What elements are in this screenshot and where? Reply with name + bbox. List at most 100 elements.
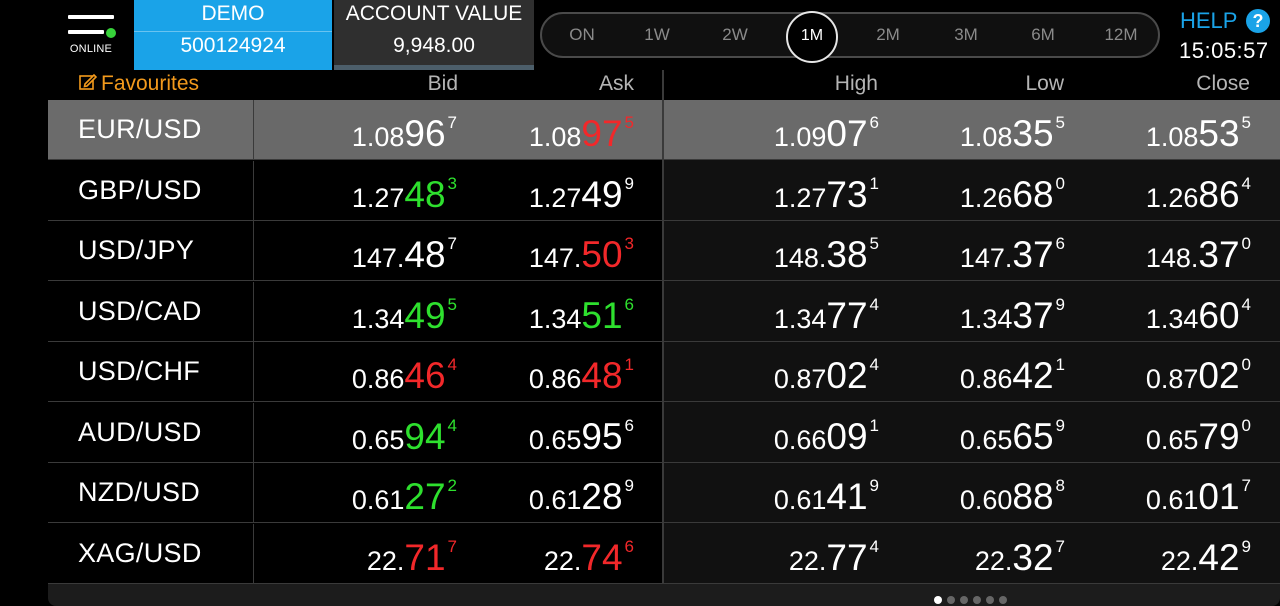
account-id: 500124924 xyxy=(180,34,286,57)
low-price: 0.8642 1 xyxy=(865,350,1065,396)
period-2m[interactable]: 2M xyxy=(860,24,916,46)
price-prefix: 1.34 xyxy=(773,303,827,334)
period-1m[interactable]: 1M xyxy=(786,11,838,63)
panel-divider xyxy=(662,70,664,584)
ask-price[interactable]: 147.50 3 xyxy=(434,229,634,275)
page-indicator xyxy=(934,591,1012,604)
price-prefix: 22. xyxy=(1160,545,1199,576)
quote-row[interactable]: NZD/USD 0.6127 2 0.6128 9 0.6141 9 0.6088 8 0.610… xyxy=(48,463,1280,523)
price-pips: 60 xyxy=(1198,294,1240,336)
price-fraction: 7 xyxy=(1241,476,1251,495)
price-fraction: 4 xyxy=(1241,294,1251,314)
account-value-label: ACCOUNT VALUE xyxy=(345,2,523,25)
page-dot[interactable] xyxy=(947,596,955,604)
col-header-close[interactable]: Close xyxy=(1150,72,1250,96)
price-prefix: 0.65 xyxy=(528,424,582,455)
price-fraction: 0 xyxy=(1241,415,1251,435)
close-price: 0.6579 0 xyxy=(1051,411,1251,457)
high-price-digits: 1.2773 1 xyxy=(774,169,879,213)
quote-row[interactable]: USD/CAD 1.3449 5 1.3451 6 1.3477 4 1.3437 9 1.346… xyxy=(48,281,1280,342)
ask-price[interactable]: 22.74 6 xyxy=(434,532,634,578)
ask-price-digits: 1.2749 9 xyxy=(529,169,634,213)
ask-price[interactable]: 1.3451 6 xyxy=(434,290,634,336)
price-prefix: 0.86 xyxy=(959,364,1013,394)
menu-button[interactable]: ONLINE xyxy=(48,0,134,70)
account-mode-label: DEMO xyxy=(201,2,265,25)
low-price-digits: 0.6088 8 xyxy=(960,471,1065,515)
ask-price[interactable]: 0.6128 9 xyxy=(434,471,634,517)
low-price: 147.37 6 xyxy=(865,229,1065,275)
help-link[interactable]: HELP xyxy=(1180,8,1237,34)
price-fraction: 9 xyxy=(624,476,634,495)
price-fraction: 5 xyxy=(624,113,634,132)
price-pips: 02 xyxy=(826,355,868,396)
quote-row[interactable]: XAG/USD 22.71 7 22.74 6 22.77 4 22.32 7 22.42 9 xyxy=(48,523,1280,584)
page-dot[interactable] xyxy=(986,596,994,604)
close-price-digits: 1.0853 5 xyxy=(1146,108,1251,152)
low-price-digits: 1.3437 9 xyxy=(960,290,1065,334)
symbol-label: USD/CHF xyxy=(78,356,201,386)
price-prefix: 22. xyxy=(974,545,1013,576)
price-prefix: 1.34 xyxy=(959,303,1013,334)
quote-row[interactable]: EUR/USD 1.0896 7 1.0897 5 1.0907 6 1.0835 5 1.085… xyxy=(48,100,1280,160)
quote-row[interactable]: USD/JPY 147.48 7 147.50 3 148.38 5 147.37 6 148.3… xyxy=(48,221,1280,281)
price-prefix: 1.08 xyxy=(1145,122,1199,152)
col-header-ask[interactable]: Ask xyxy=(534,72,634,96)
account-value: 9,948.00 xyxy=(393,34,475,57)
ask-price[interactable]: 1.2749 9 xyxy=(434,169,634,215)
page-dot[interactable] xyxy=(973,596,981,604)
period-12m[interactable]: 12M xyxy=(1093,24,1149,46)
page-dot[interactable] xyxy=(934,596,942,604)
close-price: 148.37 0 xyxy=(1051,229,1251,275)
period-on[interactable]: ON xyxy=(554,24,610,46)
price-pips: 49 xyxy=(581,173,623,215)
bid-price[interactable]: 0.6594 4 xyxy=(257,411,457,457)
ask-price[interactable]: 0.6595 6 xyxy=(434,411,634,457)
price-fraction: 9 xyxy=(1241,536,1251,556)
col-header-bid[interactable]: Bid xyxy=(358,72,458,96)
bid-price[interactable]: 1.2748 3 xyxy=(257,169,457,215)
clock: 15:05:57 xyxy=(1179,38,1269,63)
price-fraction: 1 xyxy=(624,355,634,374)
period-selector: ON 1W 2W 1M 2M 3M 6M 12M xyxy=(540,11,1160,63)
favourites-label: Favourites xyxy=(101,72,200,95)
price-prefix: 1.34 xyxy=(528,303,582,334)
price-prefix: 1.26 xyxy=(959,182,1013,213)
price-prefix: 0.65 xyxy=(959,424,1013,455)
price-pips: 42 xyxy=(1198,536,1240,578)
period-6m[interactable]: 6M xyxy=(1015,24,1071,46)
divider xyxy=(134,31,332,32)
page-dot[interactable] xyxy=(999,596,1007,604)
period-1w[interactable]: 1W xyxy=(629,24,685,46)
question-icon[interactable]: ? xyxy=(1246,9,1270,33)
ask-price[interactable]: 1.0897 5 xyxy=(434,108,634,154)
high-price-digits: 148.38 5 xyxy=(774,229,879,273)
bid-price[interactable]: 0.8646 4 xyxy=(257,350,457,396)
hamburger-icon-line xyxy=(68,30,104,34)
price-prefix: 147. xyxy=(351,243,405,273)
bid-price[interactable]: 0.6127 2 xyxy=(257,471,457,517)
quote-row[interactable]: AUD/USD 0.6594 4 0.6595 6 0.6609 1 0.6565 9 0.657… xyxy=(48,402,1280,463)
low-price-digits: 1.2668 0 xyxy=(960,169,1065,213)
ask-price[interactable]: 0.8648 1 xyxy=(434,350,634,396)
account-selector[interactable]: DEMO 500124924 xyxy=(134,0,332,70)
quote-row[interactable]: USD/CHF 0.8646 4 0.8648 1 0.8702 4 0.8642 1 0.870… xyxy=(48,342,1280,402)
low-price-digits: 147.37 6 xyxy=(960,229,1065,273)
favourites-button[interactable]: Favourites xyxy=(78,72,199,96)
low-price: 22.32 7 xyxy=(865,532,1065,578)
price-pips: 35 xyxy=(1012,113,1054,154)
quote-row[interactable]: GBP/USD 1.2748 3 1.2749 9 1.2773 1 1.2668 0 1.268… xyxy=(48,160,1280,221)
period-2w[interactable]: 2W xyxy=(707,24,763,46)
bid-price[interactable]: 1.3449 5 xyxy=(257,290,457,336)
col-header-low[interactable]: Low xyxy=(964,72,1064,96)
price-prefix: 1.27 xyxy=(773,182,827,213)
bid-price[interactable]: 22.71 7 xyxy=(257,532,457,578)
col-header-high[interactable]: High xyxy=(778,72,878,96)
bid-price[interactable]: 147.48 7 xyxy=(257,229,457,275)
price-pips: 79 xyxy=(1198,415,1240,457)
table-header: Favourites Bid Ask High Low Close xyxy=(48,70,1280,100)
page-dot[interactable] xyxy=(960,596,968,604)
period-3m[interactable]: 3M xyxy=(938,24,994,46)
price-prefix: 1.08 xyxy=(959,122,1013,152)
bid-price[interactable]: 1.0896 7 xyxy=(257,108,457,154)
